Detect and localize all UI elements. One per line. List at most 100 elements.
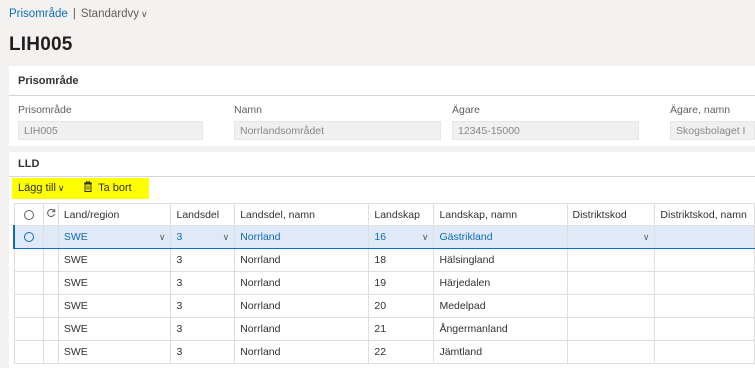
landskap-select[interactable]: 16 ∨: [368, 225, 435, 249]
row-marker-cell: [42, 294, 59, 318]
namn-input[interactable]: Norrlandsområdet: [234, 121, 441, 140]
lld-grid: Land/region Landsdel Landsdel, namn Land…: [12, 203, 755, 364]
field-agare-namn: Ägare, namn Skogsbolaget I: [670, 104, 755, 140]
table-row[interactable]: SWE ∨ 3 ∨ Norrland 16 ∨ Gästrikland ∨: [12, 225, 755, 249]
table-cell[interactable]: [566, 317, 656, 341]
column-header-landsdel-namn[interactable]: Landsdel, namn: [234, 203, 370, 226]
table-cell[interactable]: 21: [368, 317, 435, 341]
table-cell[interactable]: Norrland: [234, 294, 370, 318]
refresh-header[interactable]: [42, 203, 59, 226]
table-row[interactable]: SWE 3 Norrland 18 Hälsingland: [13, 248, 755, 272]
refresh-icon[interactable]: [46, 208, 56, 218]
row-select-cell[interactable]: [13, 340, 44, 364]
table-cell[interactable]: Norrland: [234, 248, 370, 272]
row-select-cell[interactable]: [13, 317, 44, 341]
breadcrumb-link[interactable]: Prisområde: [9, 8, 68, 20]
row-select-cell[interactable]: [12, 225, 44, 249]
agare-input[interactable]: 12345-15000: [452, 121, 639, 140]
table-cell[interactable]: Norrland: [234, 271, 370, 295]
header-card: Prisområde Prisområde LIH005 Namn Norrla…: [9, 66, 755, 146]
field-namn: Namn Norrlandsområdet: [234, 104, 441, 140]
field-agare: Ägare 12345-15000: [452, 104, 639, 140]
table-cell[interactable]: [654, 248, 755, 272]
chevron-down-icon: ∨: [141, 9, 148, 19]
table-cell[interactable]: SWE: [57, 340, 172, 364]
column-header-distriktskod-namn[interactable]: Distriktskod, namn: [654, 203, 755, 226]
page-title: LIH005: [9, 34, 73, 55]
table-cell[interactable]: Norrland: [234, 317, 370, 341]
select-all-radio-icon[interactable]: [23, 209, 34, 220]
breadcrumb-separator: |: [72, 8, 76, 20]
row-radio-icon[interactable]: [23, 232, 34, 243]
row-select-cell[interactable]: [13, 271, 44, 295]
delete-button[interactable]: Ta bort: [83, 180, 132, 194]
table-cell[interactable]: SWE: [57, 248, 172, 272]
table-cell[interactable]: [654, 225, 755, 249]
table-cell[interactable]: Ångermanland: [433, 317, 568, 341]
agare-namn-input[interactable]: Skogsbolaget I: [670, 121, 755, 140]
add-button[interactable]: Lägg till ∨: [18, 182, 65, 194]
column-header-landskap[interactable]: Landskap: [368, 203, 435, 226]
table-cell[interactable]: Medelpad: [433, 294, 568, 318]
view-selector[interactable]: Standardvy ∨: [81, 8, 148, 20]
table-cell[interactable]: Jämtland: [433, 340, 568, 364]
table-cell[interactable]: 3: [170, 340, 236, 364]
table-row[interactable]: SWE 3 Norrland 20 Medelpad: [13, 294, 755, 318]
chevron-down-icon[interactable]: ∨: [223, 232, 230, 243]
table-row[interactable]: SWE 3 Norrland 19 Härjedalen: [13, 271, 755, 295]
table-cell[interactable]: [654, 271, 755, 295]
field-prisomrade: Prisområde LIH005: [18, 104, 203, 140]
table-cell[interactable]: [566, 271, 656, 295]
lld-card-title[interactable]: LLD: [18, 158, 39, 170]
delete-label: Ta bort: [98, 182, 132, 194]
table-cell[interactable]: Hälsingland: [433, 248, 568, 272]
grid-header-row: Land/region Landsdel Landsdel, namn Land…: [13, 203, 755, 226]
table-cell[interactable]: Gästrikland: [433, 225, 568, 249]
table-cell[interactable]: 3: [170, 271, 236, 295]
landsdel-select[interactable]: 3 ∨: [170, 225, 236, 249]
trash-icon: [84, 180, 92, 192]
view-name: Standardvy: [80, 8, 139, 20]
table-cell[interactable]: 3: [170, 317, 236, 341]
table-cell[interactable]: [566, 294, 656, 318]
table-row[interactable]: SWE 3 Norrland 21 Ångermanland: [13, 317, 755, 341]
field-label: Ägare, namn: [670, 104, 731, 116]
table-cell[interactable]: [654, 317, 755, 341]
column-header-landsdel[interactable]: Landsdel: [170, 203, 236, 226]
row-select-cell[interactable]: [13, 294, 44, 318]
breadcrumb: Prisområde | Standardvy ∨: [9, 8, 148, 20]
chevron-down-icon: ∨: [57, 183, 65, 193]
table-cell[interactable]: SWE: [57, 271, 172, 295]
table-cell[interactable]: Norrland: [234, 225, 370, 249]
table-cell[interactable]: [654, 340, 755, 364]
select-all-header[interactable]: [13, 203, 44, 226]
table-cell[interactable]: 3: [170, 248, 236, 272]
chevron-down-icon[interactable]: ∨: [422, 232, 429, 243]
table-cell[interactable]: 3: [170, 294, 236, 318]
table-cell[interactable]: [566, 248, 656, 272]
table-cell[interactable]: SWE: [57, 294, 172, 318]
header-card-title[interactable]: Prisområde: [18, 75, 79, 87]
table-cell[interactable]: 18: [368, 248, 435, 272]
table-cell[interactable]: Härjedalen: [433, 271, 568, 295]
row-select-cell[interactable]: [13, 248, 44, 272]
prisomrade-input[interactable]: LIH005: [18, 121, 203, 140]
divider: [9, 176, 755, 177]
table-cell[interactable]: SWE: [57, 317, 172, 341]
table-cell[interactable]: 19: [368, 271, 435, 295]
table-cell[interactable]: 20: [368, 294, 435, 318]
column-header-land-region[interactable]: Land/region: [57, 203, 172, 226]
chevron-down-icon[interactable]: ∨: [643, 232, 650, 243]
chevron-down-icon[interactable]: ∨: [159, 232, 166, 243]
column-header-distriktskod[interactable]: Distriktskod: [566, 203, 656, 226]
table-cell[interactable]: [654, 294, 755, 318]
table-cell[interactable]: 22: [368, 340, 435, 364]
row-marker-cell: [42, 340, 59, 364]
table-row[interactable]: SWE 3 Norrland 22 Jämtland: [13, 340, 755, 364]
table-cell[interactable]: [566, 340, 656, 364]
land-region-select[interactable]: SWE ∨: [57, 225, 172, 249]
distriktskod-select[interactable]: ∨: [566, 225, 656, 249]
table-cell[interactable]: Norrland: [234, 340, 370, 364]
row-marker-cell: [42, 225, 59, 249]
column-header-landskap-namn[interactable]: Landskap, namn: [433, 203, 568, 226]
